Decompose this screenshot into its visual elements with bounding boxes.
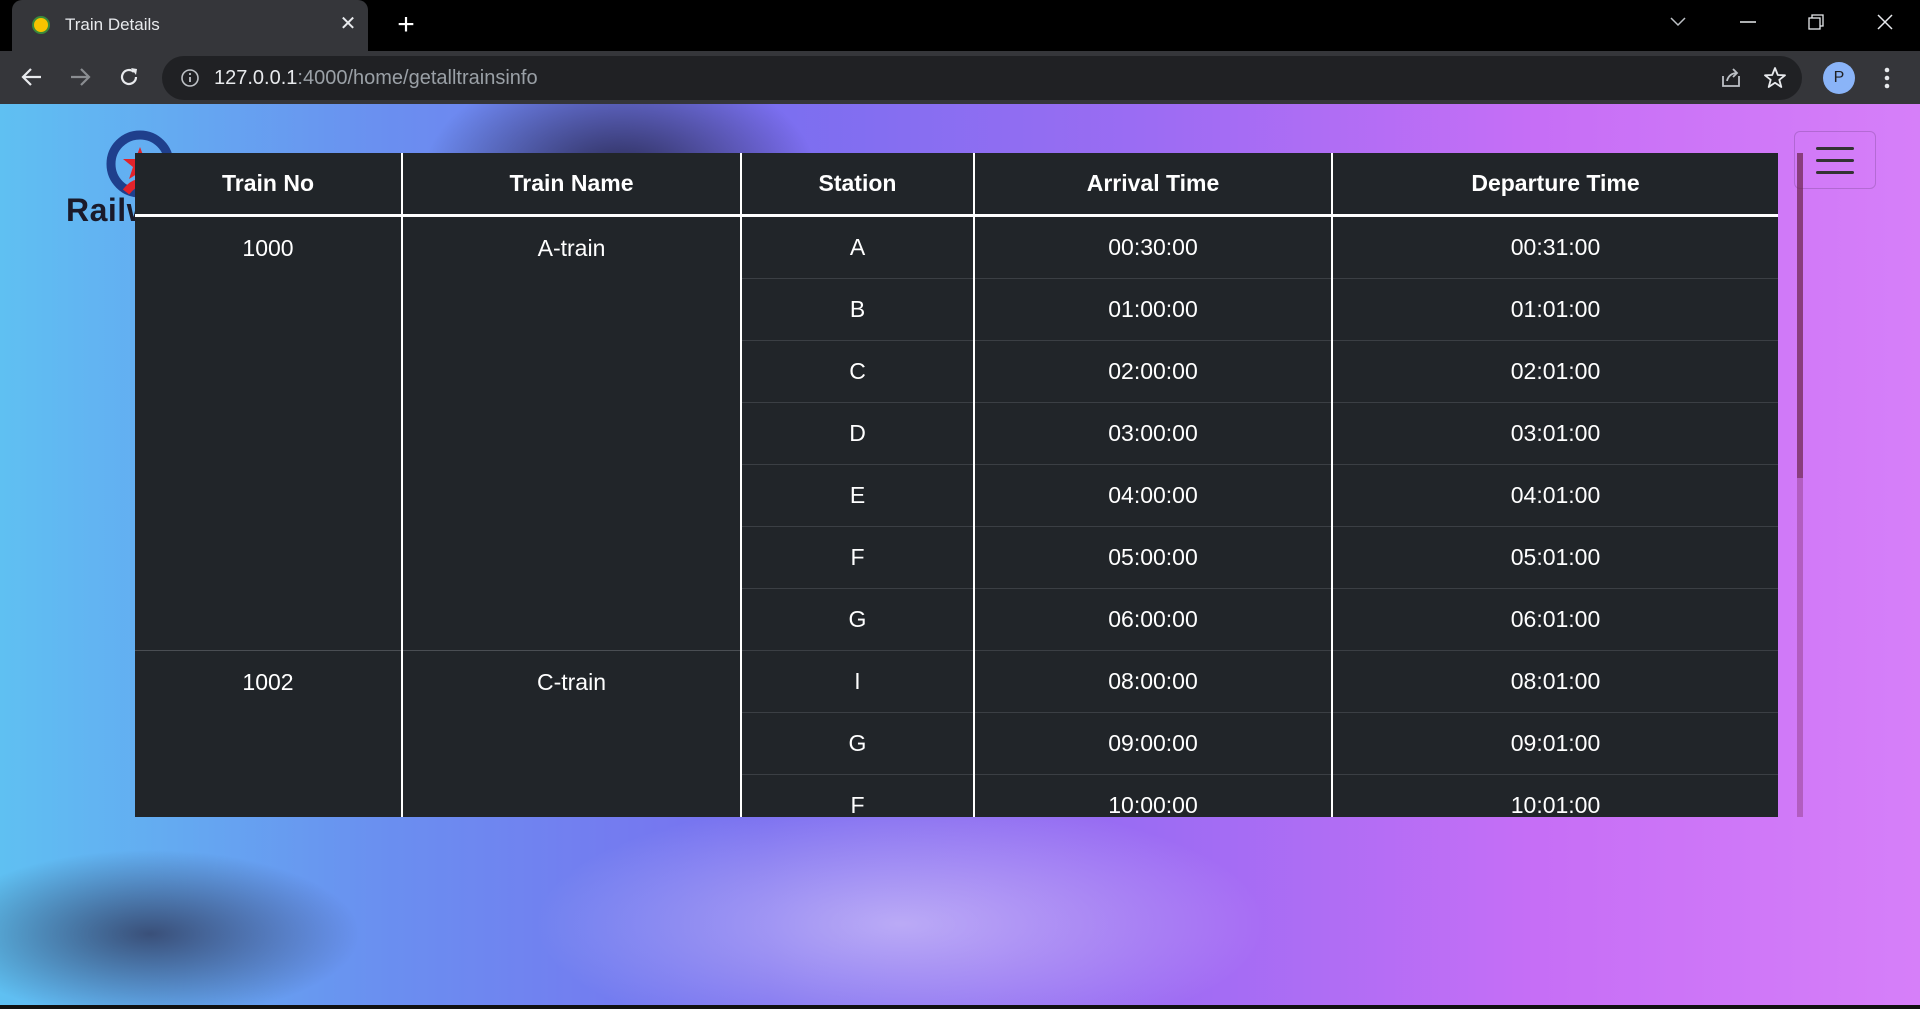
hamburger-line [1816,171,1854,174]
header-train-name: Train Name [402,153,742,217]
train-details-table: Train No Train Name Station Arrival Time… [135,153,1778,817]
share-icon[interactable] [1719,66,1743,90]
browser-toolbar: 127.0.0.1:4000/home/getalltrainsinfo P [0,51,1920,104]
table-scrollbar[interactable] [1797,153,1803,817]
departure-cell: 10:01:00 [1332,774,1778,817]
url-path: :4000/home/getalltrainsinfo [297,67,538,89]
train-no-cell: 1000 [135,215,403,651]
forward-arrow-icon[interactable] [63,60,97,94]
minimize-icon[interactable] [1720,0,1776,44]
train-name-cell: C-train [402,650,742,817]
table-row: 1000 A-train A 00:30:00 00:31:00 [135,215,1778,651]
departure-cell: 06:01:00 [1332,588,1778,651]
profile-avatar[interactable]: P [1823,62,1855,94]
station-cell: E [741,464,975,527]
departure-cell: 02:01:00 [1332,340,1778,403]
url-host: 127.0.0.1 [214,67,298,89]
table-row: 1002 C-train I 08:00:00 08:01:00 [135,650,1778,817]
window-bottom-edge [0,1005,1920,1009]
train-no-cell: 1002 [135,650,403,817]
close-window-icon[interactable] [1857,0,1913,44]
url-text: 127.0.0.1:4000/home/getalltrainsinfo [214,67,538,90]
station-cell: D [741,402,975,465]
arrival-cell: 02:00:00 [974,340,1333,403]
station-cell: B [741,278,975,341]
departure-cell: 09:01:00 [1332,712,1778,775]
hamburger-line [1816,147,1854,150]
header-train-no: Train No [135,153,403,217]
header-departure-time: Departure Time [1332,153,1778,217]
station-cell: F [741,526,975,589]
scrollbar-thumb[interactable] [1797,153,1803,478]
departure-cell: 08:01:00 [1332,650,1778,713]
departure-cell: 01:01:00 [1332,278,1778,341]
restore-icon[interactable] [1788,0,1844,44]
table-header-row: Train No Train Name Station Arrival Time… [135,153,1778,217]
departure-cell: 05:01:00 [1332,526,1778,589]
site-info-icon[interactable] [180,68,200,88]
station-cell: C [741,340,975,403]
arrival-cell: 08:00:00 [974,650,1333,713]
station-cell: A [741,215,975,279]
hamburger-line [1816,159,1854,162]
close-tab-icon[interactable]: ✕ [335,11,361,37]
arrival-cell: 09:00:00 [974,712,1333,775]
departure-cell: 04:01:00 [1332,464,1778,527]
train-details-table-container: Train No Train Name Station Arrival Time… [135,153,1778,817]
favicon-icon [32,16,50,34]
arrival-cell: 06:00:00 [974,588,1333,651]
address-bar[interactable]: 127.0.0.1:4000/home/getalltrainsinfo [162,56,1802,100]
station-cell: F [741,774,975,817]
back-arrow-icon[interactable] [15,60,49,94]
header-arrival-time: Arrival Time [974,153,1333,217]
browser-tab-bar: Train Details ✕ + [0,0,1920,51]
arrival-cell: 10:00:00 [974,774,1333,817]
new-tab-icon[interactable]: + [390,9,422,41]
departure-cell: 03:01:00 [1332,402,1778,465]
reload-icon[interactable] [112,60,146,94]
header-station: Station [741,153,975,217]
station-cell: G [741,712,975,775]
tab-search-icon[interactable] [1650,0,1706,44]
more-menu-icon[interactable] [1877,61,1897,95]
navbar-toggle-button[interactable] [1794,131,1876,189]
browser-tab[interactable]: Train Details ✕ [12,0,368,51]
tab-title: Train Details [65,15,160,34]
departure-cell: 00:31:00 [1332,215,1778,279]
bookmark-star-icon[interactable] [1763,66,1787,90]
station-cell: G [741,588,975,651]
arrival-cell: 04:00:00 [974,464,1333,527]
train-name-cell: A-train [402,215,742,651]
arrival-cell: 03:00:00 [974,402,1333,465]
arrival-cell: 05:00:00 [974,526,1333,589]
arrival-cell: 00:30:00 [974,215,1333,279]
arrival-cell: 01:00:00 [974,278,1333,341]
station-cell: I [741,650,975,713]
